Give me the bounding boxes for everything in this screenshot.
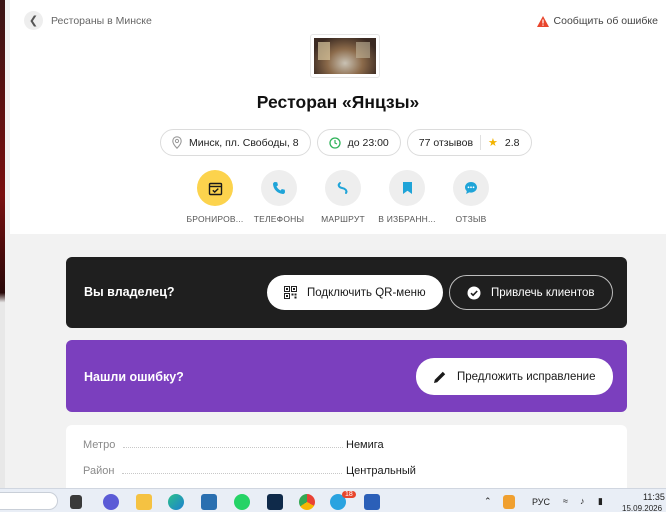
hours-chip[interactable]: до 23:00 [316, 129, 401, 156]
battery-icon[interactable]: ▮ [598, 496, 603, 507]
chip-divider [480, 135, 482, 150]
clock-time[interactable]: 11:35 [643, 492, 665, 502]
hours-text: до 23:00 [347, 136, 389, 149]
suggest-fix-button[interactable]: Предложить исправление [416, 358, 613, 395]
qr-button-label[interactable]: Подключить QR-меню [307, 287, 426, 299]
owner-card: Вы владелец? Подключить QR-меню Привлечь… [66, 257, 627, 328]
window-edge [0, 0, 5, 488]
chevron-left-icon[interactable]: ❮ [24, 11, 43, 30]
wifi-icon[interactable]: ≈ [563, 496, 568, 506]
found-error-card: Нашли ошибку? Предложить исправление [66, 340, 627, 412]
info-row: Метро Немига [83, 439, 613, 451]
chrome-icon[interactable] [299, 494, 315, 510]
chat-icon[interactable] [453, 170, 489, 206]
address-chip[interactable]: Минск, пл. Свободы, 8 [160, 129, 311, 156]
clients-button-label[interactable]: Привлечь клиентов [491, 287, 595, 299]
info-value[interactable]: Центральный [346, 465, 416, 477]
file-explorer-icon[interactable] [136, 494, 152, 510]
calendar-check-icon[interactable] [197, 170, 233, 206]
reviews-rating-chip[interactable]: 77 отзывов ★ 2.8 [406, 129, 532, 156]
review-action[interactable]: ОТЗЫВ [439, 170, 503, 224]
photoshop-icon[interactable] [267, 494, 283, 510]
error-card-title: Нашли ошибку? [84, 370, 184, 384]
clock-date[interactable]: 15.09.2026 [622, 504, 662, 512]
language-indicator[interactable]: РУС [532, 497, 550, 507]
task-view-icon[interactable] [70, 495, 82, 509]
route-label[interactable]: МАРШРУТ [321, 214, 365, 224]
connect-qr-menu-button[interactable]: Подключить QR-меню [267, 275, 443, 310]
edge-icon[interactable] [168, 494, 184, 510]
pencil-icon [434, 371, 446, 383]
breadcrumb[interactable]: ❮ Рестораны в Минске [24, 11, 152, 30]
report-error-label[interactable]: Сообщить об ошибке [554, 15, 658, 27]
breadcrumb-label[interactable]: Рестораны в Минске [51, 15, 152, 27]
review-label[interactable]: ОТЗЫВ [455, 214, 486, 224]
phones-action[interactable]: ТЕЛЕФОНЫ [247, 170, 311, 224]
clock-icon [328, 136, 341, 149]
telegram-badge: 18 [342, 491, 356, 498]
reviews-count[interactable]: 77 отзывов [419, 137, 473, 149]
tray-app-icon[interactable] [503, 495, 515, 509]
booking-action[interactable]: БРОНИРОВ... [183, 170, 247, 224]
teams-icon[interactable] [103, 494, 119, 510]
route-action[interactable]: МАРШРУТ [311, 170, 375, 224]
suggest-fix-label[interactable]: Предложить исправление [457, 371, 596, 383]
restaurant-photo[interactable] [310, 34, 380, 78]
favorites-label[interactable]: В ИЗБРАНН... [378, 214, 435, 224]
info-table: Метро Немига Район Центральный [66, 425, 627, 491]
whatsapp-icon[interactable] [234, 494, 250, 510]
word-icon[interactable] [364, 494, 380, 510]
action-bar: БРОНИРОВ... ТЕЛЕФОНЫ МАРШРУТ В ИЗБРАНН..… [183, 170, 503, 224]
dotted-leader [123, 447, 344, 448]
owner-title: Вы владелец? [84, 285, 175, 299]
dotted-leader [122, 473, 343, 474]
location-pin-icon [172, 136, 182, 149]
address-text: Минск, пл. Свободы, 8 [189, 136, 299, 149]
attract-clients-button[interactable]: Привлечь клиентов [449, 275, 613, 310]
info-key: Район [83, 465, 115, 477]
bookmark-icon[interactable] [389, 170, 425, 206]
info-value[interactable]: Немига [346, 439, 384, 451]
report-error-link[interactable]: Сообщить об ошибке [536, 15, 658, 27]
volume-icon[interactable]: ♪ [580, 496, 585, 506]
chevron-up-icon[interactable]: ⌃ [484, 496, 492, 507]
page-title: Ресторан «Янцзы» [256, 92, 420, 112]
warning-icon [536, 15, 549, 27]
route-icon[interactable] [325, 170, 361, 206]
restaurant-header: ❮ Рестораны в Минске Сообщить об ошибке … [10, 0, 666, 234]
windows-taskbar: 18 ⌃ РУС ≈ ♪ ▮ 11:35 15.09.2026 [0, 488, 666, 512]
info-key: Метро [83, 439, 116, 451]
check-circle-icon [467, 286, 481, 299]
star-icon: ★ [488, 137, 498, 149]
phones-label[interactable]: ТЕЛЕФОНЫ [254, 214, 304, 224]
info-row: Район Центральный [83, 465, 613, 477]
taskbar-search[interactable] [0, 492, 58, 510]
store-icon[interactable] [201, 494, 217, 510]
info-chips: Минск, пл. Свободы, 8 до 23:00 77 отзыво… [160, 129, 532, 156]
qr-code-icon [284, 286, 297, 299]
phone-icon[interactable] [261, 170, 297, 206]
favorites-action[interactable]: В ИЗБРАНН... [375, 170, 439, 224]
rating-value: 2.8 [504, 136, 520, 149]
photo-image [314, 38, 376, 74]
booking-label[interactable]: БРОНИРОВ... [187, 214, 244, 224]
